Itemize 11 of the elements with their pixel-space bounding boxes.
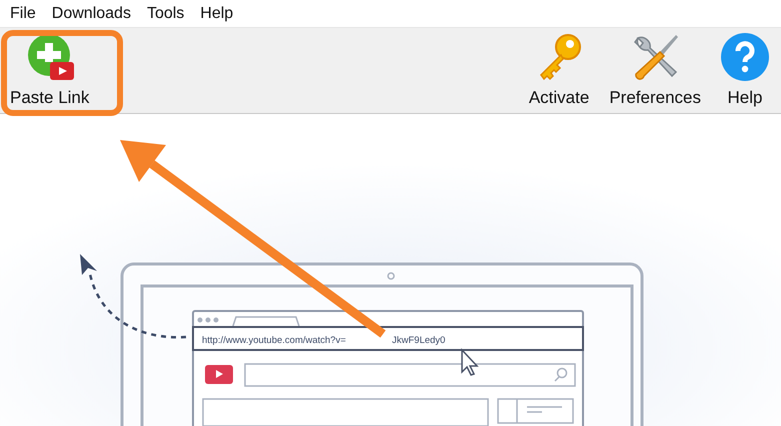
url-text: JkwF9Ledy0 [392, 335, 446, 346]
menu-item[interactable]: Help [192, 4, 242, 22]
menu-item[interactable]: Downloads [44, 4, 139, 22]
toolbar-button[interactable]: Paste Link [8, 28, 92, 108]
toolbar-button[interactable]: Preferences [607, 28, 703, 108]
url-text: http://www.youtube.com/watch?v= [202, 335, 346, 346]
menu-item[interactable]: File [2, 4, 44, 22]
toolbar-button[interactable]: Help [719, 28, 771, 108]
menu-item[interactable]: Tools [138, 4, 192, 22]
help-icon [721, 33, 769, 81]
toolbar-button[interactable]: Activate [526, 28, 592, 108]
